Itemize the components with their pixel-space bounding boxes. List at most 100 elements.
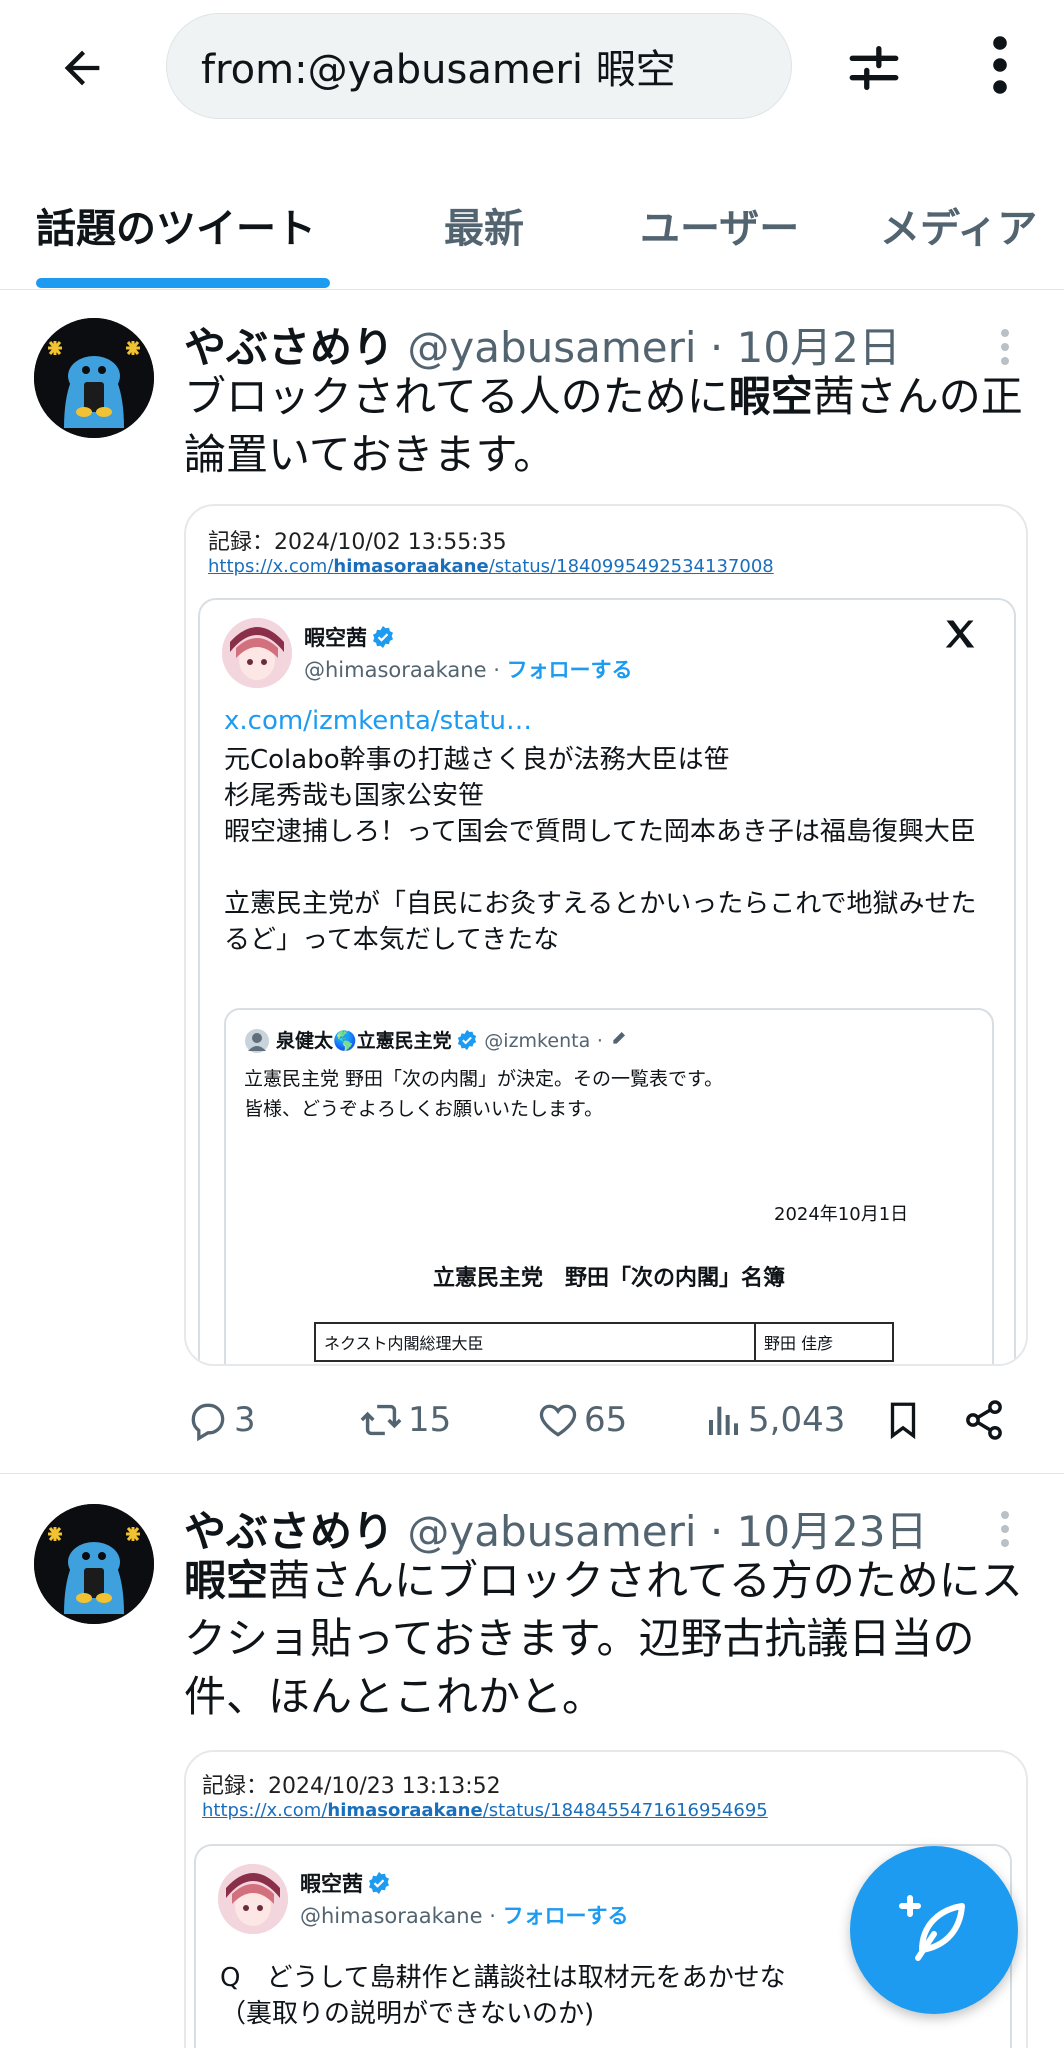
inner-quote-handle: @izmkenta [484, 1030, 591, 1052]
author-name[interactable]: やぶさめり [184, 323, 394, 372]
compose-feather-icon [899, 1895, 965, 1961]
tweet-time[interactable]: 10月2日 [737, 323, 901, 372]
reply-button[interactable]: 3 [186, 1390, 256, 1450]
back-arrow-icon [64, 50, 100, 86]
filter-sliders-icon [849, 46, 899, 90]
tweet[interactable]: やぶさめり @yabusameri · 10月2日 ブロックされてる人のために暇… [0, 290, 1064, 1473]
more-vertical-icon [1001, 1511, 1009, 1547]
url-user: himasoraakane [327, 1800, 483, 1821]
tweet-time[interactable]: 10月23日 [737, 1507, 928, 1556]
embed-author-name-text: 暇空茜 [304, 626, 367, 650]
follow-link: フォローする [506, 658, 633, 682]
inner-quote-text: 立憲民主党 野田「次の内閣」が決定。その一覧表です。 皆様、どうぞよろしくお願い… [244, 1068, 724, 1120]
search-input[interactable]: from:@yabusameri 暇空 [166, 13, 792, 119]
embed-author-name: 暇空茜 [300, 1868, 391, 1898]
cabinet-table: ネクスト内閣総理大臣 野田 佳彦 [314, 1322, 894, 1362]
retweet-icon [360, 1404, 402, 1436]
more-options-button[interactable] [968, 30, 1032, 100]
top-bar: from:@yabusameri 暇空 [0, 0, 1064, 134]
avatar[interactable] [34, 318, 154, 438]
embed-avatar [222, 618, 292, 688]
inner-quote-author: 泉健太🌎立憲民主党 @izmkenta · [276, 1026, 630, 1053]
embed-author-handle: @himasoraakane · フォローする [300, 1904, 629, 1928]
embed-body: 元Colabo幹事の打越さく良が法務大臣は笹 杉尾秀哉も国家公安笹 暇空逮捕しろ… [224, 745, 977, 955]
more-vertical-icon [993, 36, 1007, 94]
verified-badge-icon [373, 626, 393, 648]
bookmark-button[interactable] [882, 1390, 928, 1450]
tweet-more-button[interactable] [990, 1504, 1020, 1554]
search-tabs: 話題のツイート 最新 ユーザー メディア [0, 180, 1064, 290]
tab-users[interactable]: ユーザー [640, 196, 799, 254]
retweet-button[interactable]: 15 [358, 1390, 451, 1450]
avatar[interactable] [34, 1504, 154, 1624]
back-button[interactable] [52, 38, 112, 98]
embed-link: x.com/izmkenta/statu… [224, 706, 532, 736]
document-title: 立憲民主党 野田「次の内閣」名簿 [432, 1266, 785, 1291]
search-filter-button[interactable] [842, 36, 906, 100]
embed-author-name-text: 暇空茜 [300, 1872, 363, 1896]
tweet-actions: 3 15 65 5,043 [184, 1390, 1024, 1450]
embed-handle-text: @himasoraakane [304, 658, 487, 682]
more-vertical-icon [1001, 329, 1009, 365]
record-url: https://x.com/himasoraakane/status/18484… [202, 1800, 768, 1821]
bookmark-icon [890, 1402, 916, 1440]
x-logo-icon [945, 620, 975, 648]
edit-icon [612, 1032, 625, 1044]
tweet-text-part: ブロックされてる人のために [184, 372, 729, 421]
highlighted-keyword: 暇空 [184, 1556, 269, 1605]
document-date: 2024年10月1日 [774, 1204, 909, 1225]
tweet-header: やぶさめり @yabusameri · 10月2日 [184, 314, 901, 375]
active-tab-indicator [36, 278, 330, 288]
like-icon [539, 1404, 577, 1437]
url-part: https://x.com/ [202, 1800, 328, 1821]
table-row: ネクスト内閣総理大臣 野田 佳彦 [314, 1322, 894, 1362]
tab-latest[interactable]: 最新 [444, 196, 524, 254]
highlighted-keyword: 暇空 [728, 372, 813, 421]
author-handle[interactable]: @yabusameri [407, 1507, 696, 1556]
embed-handle-text: @himasoraakane [300, 1904, 483, 1928]
url-user: himasoraakane [333, 556, 489, 577]
share-button[interactable] [962, 1390, 1010, 1450]
separator-dot: · [596, 1030, 603, 1052]
tweet-text: 暇空茜さんにブロックされてる方のためにスクショ貼っておきます。辺野古抗議日当の件… [184, 1552, 1024, 1726]
embed-author-handle: @himasoraakane · フォローする [304, 658, 633, 682]
record-timestamp: 記録：2024/10/23 13:13:52 [202, 1774, 501, 1799]
views-icon [709, 1406, 738, 1435]
views-count: 5,043 [748, 1400, 846, 1440]
embed-author-name: 暇空茜 [304, 622, 395, 652]
tweet-header: やぶさめり @yabusameri · 10月23日 [184, 1498, 928, 1559]
inner-quote-name: 泉健太🌎立憲民主党 [276, 1030, 452, 1052]
avatar-small-icon [245, 1029, 269, 1053]
embedded-tweet: 暇空茜 @himasoraakane · フォローする x.com/izmken… [198, 598, 1016, 1364]
retweet-count: 15 [408, 1400, 452, 1440]
views-button[interactable]: 5,043 [704, 1390, 845, 1450]
tweet-text-part: 茜さんにブロックされてる方のためにスクショ貼っておきます。辺野古抗議日当の件、ほ… [184, 1556, 1023, 1721]
verified-badge-icon [369, 1872, 389, 1894]
inner-quote-tweet: 泉健太🌎立憲民主党 @izmkenta · 立憲民主党 野田「次の内閣」が決定。… [224, 1008, 994, 1364]
table-cell: 野田 佳彦 [754, 1322, 894, 1362]
tweet-text: ブロックされてる人のために暇空茜さんの正論置いておきます。 [184, 368, 1024, 484]
author-handle[interactable]: @yabusameri [407, 323, 696, 372]
record-timestamp: 記録：2024/10/02 13:55:35 [208, 530, 507, 555]
reply-icon [191, 1403, 225, 1442]
tab-media[interactable]: メディア [880, 196, 1037, 254]
tweet-media-image[interactable]: 記録：2024/10/02 13:55:35 https://x.com/him… [184, 504, 1028, 1366]
separator-dot: · [709, 1507, 724, 1556]
tab-top[interactable]: 話題のツイート [36, 196, 316, 254]
reply-count: 3 [234, 1400, 256, 1440]
record-url: https://x.com/himasoraakane/status/18409… [208, 556, 774, 577]
compose-tweet-button[interactable] [850, 1846, 1018, 2014]
like-button[interactable]: 65 [536, 1390, 627, 1450]
url-part: /status/1848455471616954695 [482, 1800, 768, 1821]
share-icon [966, 1400, 1002, 1440]
verified-badge-icon [457, 1029, 476, 1051]
tweet-more-button[interactable] [990, 322, 1020, 372]
author-name[interactable]: やぶさめり [184, 1507, 394, 1556]
url-part: https://x.com/ [208, 556, 334, 577]
embed-avatar [218, 1864, 288, 1934]
follow-link: フォローする [502, 1904, 629, 1928]
like-count: 65 [584, 1400, 628, 1440]
separator-dot: · [709, 323, 724, 372]
table-cell: ネクスト内閣総理大臣 [314, 1322, 756, 1362]
url-part: /status/1840995492534137008 [488, 556, 774, 577]
